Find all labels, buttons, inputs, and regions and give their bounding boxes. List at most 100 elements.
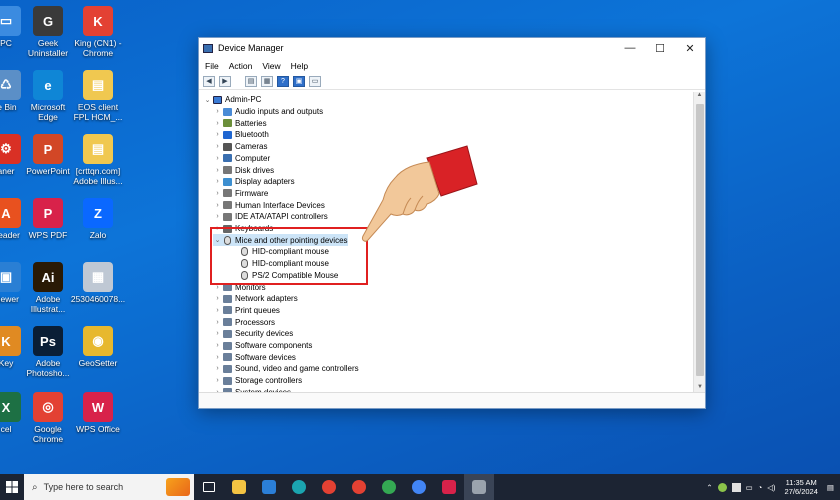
tree-category[interactable]: › Software components — [213, 340, 312, 352]
menu-help[interactable]: Help — [291, 61, 308, 71]
forward-arrow-icon[interactable]: ▶ — [219, 75, 231, 87]
expand-chevron-icon[interactable]: › — [213, 108, 222, 115]
show-hidden-icons-icon[interactable]: ⌃ — [706, 483, 712, 492]
desktop-icon[interactable]: P PowerPoint — [20, 134, 76, 176]
help-icon[interactable]: ? — [277, 75, 289, 87]
chrome-profile-icon[interactable] — [344, 474, 374, 500]
clock-time: 11:35 AM — [785, 478, 817, 487]
status-bar — [199, 392, 705, 408]
minimize-button[interactable]: — — [615, 42, 645, 54]
expand-chevron-icon[interactable]: › — [213, 365, 222, 372]
scroll-thumb[interactable] — [696, 104, 704, 376]
tree-item-label: Network adapters — [235, 294, 298, 304]
windows-start-icon[interactable] — [0, 474, 24, 500]
desktop-icon[interactable]: e Microsoft Edge — [20, 70, 76, 122]
network-icon[interactable]: ◔ — [758, 483, 763, 492]
scan-hardware-icon[interactable]: ▭ — [309, 75, 321, 87]
scroll-up-arrow-icon[interactable]: ▲ — [694, 92, 705, 102]
chrome-k-icon[interactable] — [404, 474, 434, 500]
tree-category[interactable]: › Computer — [213, 153, 270, 165]
notifications-icon[interactable]: ▤ — [827, 483, 834, 492]
expand-chevron-icon[interactable]: › — [213, 295, 222, 302]
expand-chevron-icon[interactable]: › — [213, 120, 222, 127]
tree-category[interactable]: › Bluetooth — [213, 129, 268, 141]
volume-icon[interactable]: ◁) — [767, 483, 775, 492]
tree-category[interactable]: › Audio inputs and outputs — [213, 106, 323, 118]
expand-chevron-icon[interactable]: › — [213, 131, 222, 138]
store-icon[interactable] — [254, 474, 284, 500]
tree-category[interactable]: › Processors — [213, 316, 275, 328]
desktop-icon-label: Geek Uninstaller — [27, 38, 69, 58]
chrome-icon[interactable] — [314, 474, 344, 500]
tree-item-label: Display adapters — [235, 177, 295, 187]
desktop-icon[interactable]: W WPS Office — [70, 392, 126, 434]
tree-category[interactable]: › Sound, video and game controllers — [213, 363, 358, 375]
properties-icon[interactable]: ▤ — [245, 75, 257, 87]
desktop-icon[interactable]: P WPS PDF — [20, 198, 76, 240]
menu-file[interactable]: File — [205, 61, 219, 71]
vertical-scrollbar[interactable]: ▲ ▼ — [693, 92, 705, 394]
tree-category[interactable]: › Display adapters — [213, 176, 295, 188]
desktop-icon[interactable]: K King (CN1) - Chrome — [70, 6, 126, 58]
menu-action[interactable]: Action — [229, 61, 253, 71]
tree-category[interactable]: › Security devices — [213, 328, 293, 340]
tree-category[interactable]: › Storage controllers — [213, 375, 302, 387]
expand-chevron-icon[interactable]: › — [213, 167, 222, 174]
expand-chevron-icon[interactable]: › — [213, 202, 222, 209]
expand-chevron-icon[interactable]: › — [213, 354, 222, 361]
desktop-app-icon: e — [33, 70, 63, 100]
tree-category[interactable]: › Human Interface Devices — [213, 199, 325, 211]
refresh-icon[interactable]: ▦ — [261, 75, 273, 87]
expand-chevron-icon[interactable]: › — [213, 377, 222, 384]
maximize-button[interactable]: ☐ — [645, 42, 675, 55]
tree-category[interactable]: › Batteries — [213, 117, 266, 129]
desktop-icon[interactable]: ▦ 2530460078... — [70, 262, 126, 304]
expand-chevron-icon[interactable]: › — [213, 190, 222, 197]
close-button[interactable]: ✕ — [675, 42, 705, 55]
battery-icon[interactable]: ▭ — [746, 483, 753, 492]
desktop-icon[interactable]: Z Zalo — [70, 198, 126, 240]
search-highlight-icon — [166, 478, 190, 496]
expand-chevron-icon[interactable]: › — [213, 330, 222, 337]
tray-box-icon[interactable] — [731, 482, 741, 492]
device-category-icon — [223, 166, 232, 175]
desktop-icon[interactable]: G Geek Uninstaller — [20, 6, 76, 58]
taskbar-search[interactable]: ⌕ Type here to search — [24, 474, 194, 500]
tree-root[interactable]: ⌄ Admin-PC — [203, 94, 262, 106]
back-arrow-icon[interactable]: ◀ — [203, 75, 215, 87]
file-explorer-icon[interactable] — [224, 474, 254, 500]
tree-category[interactable]: › Software devices — [213, 351, 296, 363]
desktop-icon[interactable]: ◎ Google Chrome — [20, 392, 76, 444]
device-manager-taskbar-icon[interactable] — [464, 474, 494, 500]
title-bar[interactable]: Device Manager — ☐ ✕ — [199, 38, 705, 58]
clock[interactable]: 11:35 AM 27/6/2024 — [785, 478, 818, 496]
expand-chevron-icon[interactable]: › — [213, 155, 222, 162]
desktop-icon[interactable]: ▤ [crttqn.com] Adobe Illus... — [70, 134, 126, 186]
task-view-icon[interactable] — [194, 474, 224, 500]
expand-chevron-icon[interactable]: › — [213, 342, 222, 349]
tree-category[interactable]: › Disk drives — [213, 164, 274, 176]
tree-category[interactable]: › Firmware — [213, 188, 268, 200]
tray-app-icon[interactable] — [717, 482, 727, 492]
expand-chevron-icon[interactable]: › — [213, 178, 222, 185]
device-category-icon — [223, 142, 232, 151]
edge-icon[interactable] — [284, 474, 314, 500]
chrome-app-icon[interactable] — [374, 474, 404, 500]
expand-chevron-icon[interactable]: › — [213, 319, 222, 326]
expand-chevron-icon[interactable]: › — [213, 307, 222, 314]
desktop-icon[interactable]: ◉ GeoSetter — [70, 326, 126, 368]
tree-category[interactable]: › Network adapters — [213, 293, 298, 305]
desktop-icon[interactable]: ▤ EOS client FPL HCM_... — [70, 70, 126, 122]
desktop-icon[interactable]: Ps Adobe Photosho... — [20, 326, 76, 378]
menu-view[interactable]: View — [262, 61, 280, 71]
collapse-chevron-icon[interactable]: ⌄ — [203, 96, 212, 104]
desktop-icon[interactable]: Ai Adobe Illustrat... — [20, 262, 76, 314]
expand-chevron-icon[interactable]: › — [213, 143, 222, 150]
tree-category[interactable]: › IDE ATA/ATAPI controllers — [213, 211, 327, 223]
expand-chevron-icon[interactable]: › — [213, 213, 222, 220]
update-driver-icon[interactable]: ▣ — [293, 75, 305, 87]
tree-category[interactable]: › Cameras — [213, 141, 267, 153]
tree-category[interactable]: › Print queues — [213, 305, 280, 317]
desktop-app-icon: G — [33, 6, 63, 36]
wps-office-icon[interactable] — [434, 474, 464, 500]
